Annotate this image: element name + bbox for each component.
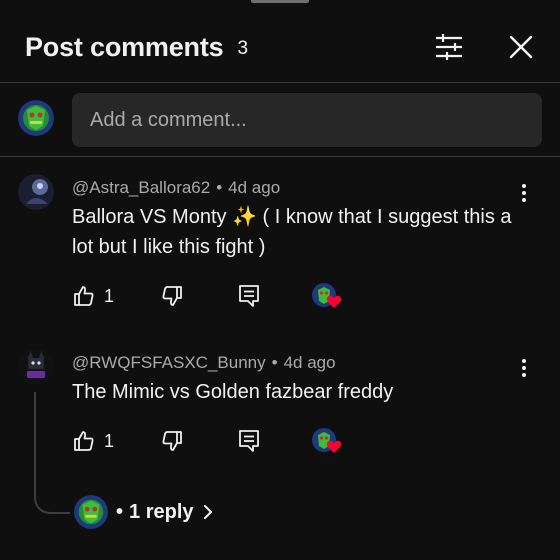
comment-actions: 1: [72, 281, 342, 311]
comment-actions: 1: [72, 426, 342, 456]
sliders-icon: [436, 34, 462, 60]
avatar[interactable]: [18, 174, 54, 210]
drag-handle[interactable]: [251, 0, 309, 3]
thumbs-down-icon: [162, 431, 182, 451]
avatar[interactable]: [18, 349, 54, 385]
like-button[interactable]: 1: [72, 284, 114, 308]
replies-separator: •: [116, 500, 124, 523]
thumbs-up-icon: [74, 431, 94, 451]
header-divider: [0, 82, 560, 83]
thumbs-up-icon: [74, 286, 94, 306]
comment-menu-button[interactable]: [514, 180, 534, 206]
user-avatar[interactable]: [18, 100, 54, 136]
close-button[interactable]: [506, 32, 536, 62]
sort-filter-button[interactable]: [434, 32, 464, 62]
comment-count: 3: [237, 38, 249, 59]
comment-meta: @Astra_Ballora62 • 4d ago: [72, 178, 280, 198]
heart-icon: [326, 440, 342, 453]
like-count: 1: [104, 285, 115, 306]
comment-meta: @RWQFSFASXC_Bunny • 4d ago: [72, 353, 336, 373]
reply-avatar: [74, 495, 108, 529]
reply-comment-icon: [239, 285, 259, 307]
meta-separator: •: [216, 178, 223, 197]
dislike-button[interactable]: [160, 429, 184, 453]
view-replies-button[interactable]: • 1 reply: [74, 494, 214, 530]
thread-connector: [34, 392, 70, 514]
like-button[interactable]: 1: [72, 429, 114, 453]
meta-separator: •: [271, 353, 278, 372]
like-count: 1: [104, 430, 115, 451]
dislike-button[interactable]: [160, 284, 184, 308]
creator-heart-badge: [312, 281, 342, 311]
composer-divider: [0, 156, 560, 157]
comment-author[interactable]: @RWQFSFASXC_Bunny: [72, 353, 266, 372]
chevron-right-icon: [202, 504, 214, 520]
creator-heart-badge: [312, 426, 342, 456]
close-icon: [509, 35, 533, 59]
heart-icon: [326, 295, 342, 308]
comment-text: The Mimic vs Golden fazbear freddy: [72, 381, 394, 403]
comment-text: Ballora VS Monty ✨ ( I know that I sugge…: [72, 206, 512, 258]
comments-panel: Post comments 3 Add a comment... @Astra_…: [0, 0, 560, 560]
add-comment-input[interactable]: [72, 93, 542, 147]
comment-menu-button[interactable]: [514, 355, 534, 381]
replies-count: 1 reply: [129, 500, 194, 523]
reply-button[interactable]: [238, 429, 260, 453]
comment-author[interactable]: @Astra_Ballora62: [72, 178, 210, 197]
thumbs-down-icon: [162, 286, 182, 306]
comment-time: 4d ago: [283, 353, 336, 372]
header: Post comments 3: [25, 22, 536, 72]
reply-button[interactable]: [238, 284, 260, 308]
comment-time: 4d ago: [228, 178, 281, 197]
reply-comment-icon: [239, 430, 259, 452]
page-title: Post comments: [25, 31, 224, 62]
